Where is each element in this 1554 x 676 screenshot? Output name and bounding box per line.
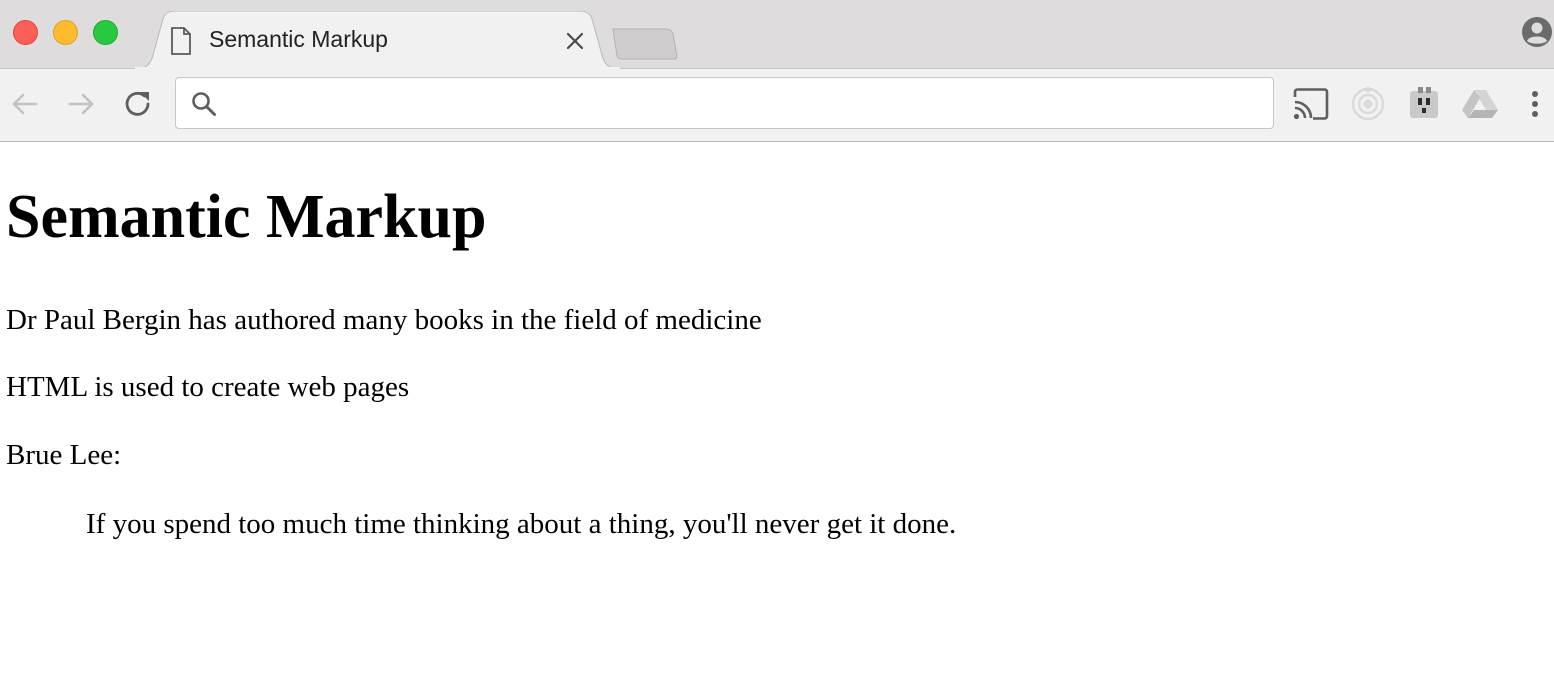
menu-dots-icon[interactable] [1522, 86, 1548, 122]
tab-title: Semantic Markup [209, 26, 388, 52]
back-arrow-icon[interactable] [8, 87, 42, 121]
window-maximize-button[interactable] [93, 20, 118, 45]
document-icon [171, 27, 191, 55]
drive-icon[interactable] [1461, 86, 1499, 122]
paragraph-author: Dr Paul Bergin has authored many books i… [6, 304, 762, 336]
reload-icon[interactable] [121, 87, 155, 121]
browser-toolbar [0, 69, 1554, 142]
paragraph-quote-attribution: Brue Lee: [6, 439, 122, 471]
forward-arrow-icon[interactable] [64, 87, 98, 121]
profile-icon[interactable] [1521, 16, 1553, 48]
tab-semantic-markup[interactable]: Semantic Markup [135, 11, 620, 69]
address-input[interactable] [226, 84, 1260, 124]
paragraph-html: HTML is used to create web pages [6, 371, 410, 403]
new-tab-button[interactable] [610, 26, 680, 60]
address-bar[interactable] [175, 77, 1274, 129]
extension-plug-icon[interactable] [1405, 86, 1443, 122]
close-tab-icon[interactable] [564, 30, 586, 52]
tab-strip: Semantic Markup [0, 0, 1554, 69]
cast-icon[interactable] [1292, 86, 1330, 122]
search-icon [192, 92, 216, 116]
blockquote: If you spend too much time thinking abou… [86, 508, 957, 540]
window-close-button[interactable] [13, 20, 38, 45]
page-heading: Semantic Markup [6, 183, 487, 251]
browser-chrome: Semantic Markup [0, 0, 1554, 142]
record-icon[interactable] [1349, 86, 1387, 122]
window-minimize-button[interactable] [53, 20, 78, 45]
page-content: Semantic Markup Dr Paul Bergin has autho… [0, 142, 1554, 676]
